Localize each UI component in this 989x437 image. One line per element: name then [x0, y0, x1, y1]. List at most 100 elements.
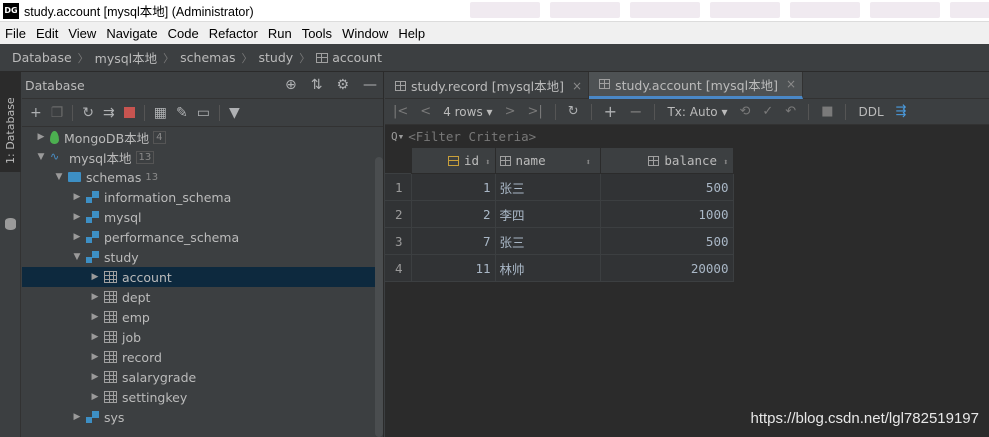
column-header-name[interactable]: name ⬍ [494, 147, 601, 174]
cell-balance[interactable]: 1000 [599, 200, 734, 228]
tree-item-account[interactable]: ▶ account [22, 267, 383, 287]
collapsed-arrow-icon[interactable]: ▶ [88, 292, 102, 302]
locate-icon[interactable]: ⊕ [285, 77, 297, 93]
commit-icon[interactable]: ✓ [762, 104, 773, 119]
gear-icon[interactable]: ⚙ [336, 77, 349, 93]
menu-edit[interactable]: Edit [31, 26, 63, 41]
tree-item-schemas[interactable]: ▼ schemas 13 [22, 167, 383, 187]
taskbar-tab[interactable] [550, 2, 620, 18]
history-icon[interactable]: ⟲ [739, 104, 750, 119]
stop-icon[interactable] [123, 107, 135, 118]
cell-balance[interactable]: 500 [599, 173, 734, 201]
ddl-button[interactable]: DDL [858, 105, 883, 119]
cell-balance[interactable]: 500 [599, 227, 734, 255]
cell-id[interactable]: 7 [410, 227, 496, 255]
tab-study-account[interactable]: study.account [mysql本地] × [589, 72, 804, 99]
table-row[interactable]: 4 11 林帅 20000 [385, 254, 734, 282]
expanded-arrow-icon[interactable]: ▼ [52, 172, 66, 182]
hide-icon[interactable]: — [363, 77, 377, 93]
collapsed-arrow-icon[interactable]: ▶ [88, 352, 102, 362]
rows-count-dropdown[interactable]: 4 rows ▾ [443, 105, 492, 119]
taskbar-tab[interactable] [470, 2, 540, 18]
prev-page-icon[interactable]: < [420, 104, 431, 119]
taskbar-tab[interactable] [710, 2, 780, 18]
tree-item-mysql[interactable]: ▶ mysql [22, 207, 383, 227]
tree-item-emp[interactable]: ▶ emp [22, 307, 383, 327]
close-icon[interactable]: × [786, 77, 796, 91]
taskbar-tab[interactable] [870, 2, 940, 18]
compare-icon[interactable]: ⇶ [896, 104, 907, 119]
collapsed-arrow-icon[interactable]: ▶ [88, 272, 102, 282]
copy-icon[interactable]: ❐ [51, 105, 64, 121]
first-page-icon[interactable]: |< [393, 104, 408, 119]
table-row[interactable]: 1 1 张三 500 [385, 173, 734, 201]
collapsed-arrow-icon[interactable]: ▶ [70, 412, 84, 422]
expanded-arrow-icon[interactable]: ▼ [70, 252, 84, 262]
collapsed-arrow-icon[interactable]: ▶ [88, 372, 102, 382]
cell-id[interactable]: 1 [410, 173, 496, 201]
cell-name[interactable]: 林帅 [494, 254, 601, 282]
console-icon[interactable]: ▭ [197, 105, 210, 121]
collapsed-arrow-icon[interactable]: ▶ [70, 192, 84, 202]
sort-icon[interactable]: ⬍ [723, 158, 728, 168]
refresh-icon[interactable]: ↻ [82, 105, 94, 121]
database-icon[interactable] [5, 218, 16, 230]
tree-item-record[interactable]: ▶ record [22, 347, 383, 367]
column-header-id[interactable]: id ⬍ [410, 147, 496, 174]
cell-name[interactable]: 张三 [494, 227, 601, 255]
expanded-arrow-icon[interactable]: ▼ [34, 152, 48, 162]
collapse-icon[interactable]: ⇅ [311, 77, 323, 93]
table-row[interactable]: 3 7 张三 500 [385, 227, 734, 255]
tree-item-job[interactable]: ▶ job [22, 327, 383, 347]
taskbar-tab[interactable] [790, 2, 860, 18]
menu-code[interactable]: Code [163, 26, 204, 41]
tree-item-performance_schema[interactable]: ▶ performance_schema [22, 227, 383, 247]
breadcrumb-datasource[interactable]: mysql本地 [95, 48, 158, 67]
filter-icon[interactable]: ▼ [229, 105, 240, 121]
row-number[interactable]: 3 [385, 227, 412, 255]
menu-tools[interactable]: Tools [297, 26, 337, 41]
rollback-icon[interactable]: ↶ [785, 104, 796, 119]
delete-row-icon[interactable]: − [629, 102, 642, 121]
breadcrumb-account[interactable]: account [316, 50, 382, 65]
sort-icon[interactable]: ⬍ [586, 158, 591, 168]
collapsed-arrow-icon[interactable]: ▶ [34, 132, 48, 142]
menu-window[interactable]: Window [337, 26, 393, 41]
breadcrumb-study[interactable]: study [259, 50, 294, 65]
breadcrumb-schemas[interactable]: schemas [180, 50, 235, 65]
cell-balance[interactable]: 20000 [599, 254, 734, 282]
taskbar-tab[interactable] [950, 2, 989, 18]
tree-item-sys[interactable]: ▶ sys [22, 407, 383, 427]
tab-study-record[interactable]: study.record [mysql本地] × [385, 72, 590, 99]
tree-item-mongodb-[interactable]: ▶ MongoDB本地 4 [22, 127, 383, 147]
tree-item-information_schema[interactable]: ▶ information_schema [22, 187, 383, 207]
close-icon[interactable]: × [572, 79, 582, 93]
menu-view[interactable]: View [63, 26, 101, 41]
schema-sync-icon[interactable]: ⇉ [103, 105, 115, 121]
column-header-balance[interactable]: balance ⬍ [599, 147, 734, 174]
menu-run[interactable]: Run [263, 26, 297, 41]
stop-icon[interactable]: ■ [821, 104, 833, 119]
tree-item-dept[interactable]: ▶ dept [22, 287, 383, 307]
table-view-icon[interactable]: ▦ [154, 105, 167, 121]
cell-id[interactable]: 2 [410, 200, 496, 228]
filter-criteria-bar[interactable]: Q▾ <Filter Criteria> [385, 125, 989, 147]
cell-name[interactable]: 李四 [494, 200, 601, 228]
menu-navigate[interactable]: Navigate [101, 26, 162, 41]
menu-help[interactable]: Help [393, 26, 430, 41]
collapsed-arrow-icon[interactable]: ▶ [88, 312, 102, 322]
cell-id[interactable]: 11 [410, 254, 496, 282]
tree-scrollbar[interactable] [375, 157, 383, 437]
taskbar-tab[interactable] [630, 2, 700, 18]
tree-item-study[interactable]: ▼ study [22, 247, 383, 267]
transaction-mode-dropdown[interactable]: Tx: Auto ▾ [667, 105, 727, 119]
row-number[interactable]: 1 [385, 173, 412, 201]
tree-item-settingkey[interactable]: ▶ settingkey [22, 387, 383, 407]
add-icon[interactable]: + [30, 105, 42, 121]
cell-name[interactable]: 张三 [494, 173, 601, 201]
menu-refactor[interactable]: Refactor [204, 26, 263, 41]
add-row-icon[interactable]: + [604, 102, 617, 121]
row-number[interactable]: 4 [385, 254, 412, 282]
menu-file[interactable]: File [0, 26, 31, 41]
sort-icon[interactable]: ⬍ [485, 158, 490, 168]
